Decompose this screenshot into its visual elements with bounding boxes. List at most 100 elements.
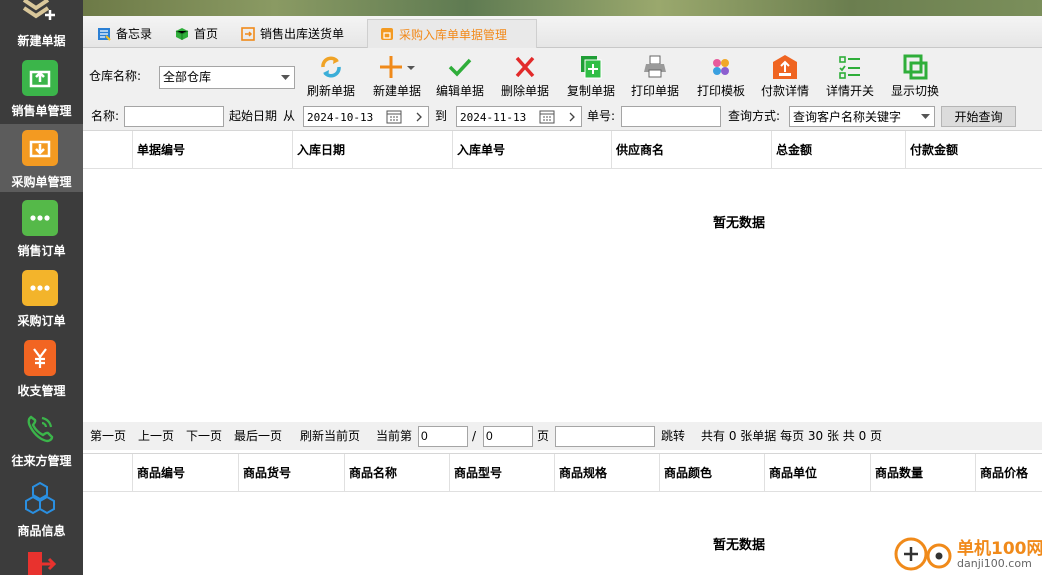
refresh-label: 刷新单据: [306, 84, 355, 98]
edit-doc-button[interactable]: 编辑单据: [434, 54, 486, 100]
column-header-inbound-no[interactable]: 入库单号: [452, 131, 611, 169]
column-header-item-name[interactable]: 商品名称: [344, 454, 449, 492]
sidebar-item-label: 销售订单: [17, 244, 66, 258]
last-page-link[interactable]: 最后一页: [234, 426, 282, 447]
memo-icon: [97, 27, 111, 41]
query-mode-select[interactable]: 查询客户名称关键字: [789, 106, 935, 127]
palette-icon: [695, 54, 747, 80]
tab-sales-outbound[interactable]: 销售出库送货单: [229, 19, 367, 48]
sidebar-item-new-doc[interactable]: 新建单据: [0, 0, 83, 50]
query-mode-value: 查询客户名称关键字: [793, 110, 902, 124]
sidebar-item-sales-orders[interactable]: 销售订单: [0, 196, 83, 266]
payment-details-button[interactable]: 付款详情: [759, 54, 811, 100]
pager-summary: 共有 0 张单据 每页 30 张 共 0 页: [701, 429, 883, 443]
plus-icon: [369, 54, 425, 80]
column-header-item-qty[interactable]: 商品数量: [870, 454, 975, 492]
tab-label: 采购入库单单据管理: [399, 27, 508, 42]
column-header-supplier[interactable]: 供应商名: [611, 131, 771, 169]
display-switch-icon: [889, 54, 941, 80]
first-page-link[interactable]: 第一页: [90, 426, 126, 447]
next-page-link[interactable]: 下一页: [186, 426, 222, 447]
column-header-item-unit[interactable]: 商品单位: [764, 454, 870, 492]
documents-grid: 单据编号 入库日期 入库单号 供应商名 总金额 付款金额 暂无数据: [83, 130, 1042, 422]
tab-memo[interactable]: 备忘录: [85, 19, 163, 48]
delete-doc-button[interactable]: 删除单据: [499, 54, 551, 100]
to-label: 到: [435, 109, 448, 123]
sidebar-item-label: 销售单管理: [11, 104, 72, 118]
delete-x-icon: [499, 54, 551, 80]
payment-icon: [759, 54, 811, 80]
purchase-doc-icon: [22, 130, 58, 166]
refresh-icon: [305, 54, 357, 80]
details-toggle-button[interactable]: 详情开关: [824, 54, 876, 100]
column-header-doc-id[interactable]: 单据编号: [132, 131, 292, 169]
display-switch-label: 显示切换: [890, 84, 939, 98]
tab-label: 首页: [194, 27, 219, 41]
sidebar-item-finance[interactable]: 收支管理: [0, 336, 83, 406]
doc-no-input[interactable]: [621, 106, 721, 127]
watermark-url: danji100.com: [957, 557, 1032, 570]
header-banner: [83, 0, 1042, 16]
calendar-icon: [386, 109, 402, 131]
print-doc-label: 打印单据: [630, 84, 679, 98]
column-header-item-id[interactable]: 商品编号: [132, 454, 238, 492]
sidebar-item-label: 采购单管理: [11, 175, 72, 189]
column-header-paid[interactable]: 付款金额: [905, 131, 1042, 169]
purchase-order-icon: [22, 270, 58, 306]
query-mode-label: 查询方式:: [728, 109, 781, 123]
start-date-picker[interactable]: 2024-10-13: [303, 106, 429, 127]
print-template-label: 打印模板: [696, 84, 745, 98]
column-header-inbound-date[interactable]: 入库日期: [292, 131, 452, 169]
cubes-icon: [22, 480, 58, 516]
column-header-item-spec[interactable]: 商品规格: [554, 454, 659, 492]
copy-doc-button[interactable]: 复制单据: [565, 54, 617, 100]
current-page-input[interactable]: [418, 426, 468, 447]
chevron-down-icon: [281, 67, 290, 95]
search-button[interactable]: 开始查询: [941, 106, 1016, 127]
refresh-button[interactable]: 刷新单据: [305, 54, 357, 100]
tab-home[interactable]: 首页: [163, 19, 229, 48]
name-input[interactable]: [124, 106, 224, 127]
sales-doc-icon: [22, 60, 58, 96]
refresh-page-link[interactable]: 刷新当前页: [300, 426, 360, 447]
sidebar-item-purchase-docs[interactable]: 采购单管理: [0, 124, 83, 192]
prev-page-link[interactable]: 上一页: [138, 426, 174, 447]
sidebar-item-exit[interactable]: [0, 546, 83, 575]
total-pages-input[interactable]: [483, 426, 533, 447]
toolbar: 仓库名称: 全部仓库 刷新单据 新建单据 编辑单据 删除单据 复制单据 打印单据…: [83, 48, 1042, 102]
jump-page-input[interactable]: [555, 426, 655, 447]
column-header-item-color[interactable]: 商品颜色: [659, 454, 764, 492]
column-header-item-price[interactable]: 商品价格: [975, 454, 1042, 492]
end-date-picker[interactable]: 2024-11-13: [456, 106, 582, 127]
new-doc-button[interactable]: 新建单据: [369, 54, 425, 100]
print-doc-button[interactable]: 打印单据: [629, 54, 681, 100]
current-page-label: 当前第: [376, 429, 413, 443]
name-label: 名称:: [91, 109, 120, 123]
jump-button[interactable]: 跳转: [661, 426, 685, 447]
print-template-button[interactable]: 打印模板: [695, 54, 747, 100]
sidebar-item-purchase-orders[interactable]: 采购订单: [0, 266, 83, 336]
exit-icon: [26, 552, 57, 575]
warehouse-label: 仓库名称:: [89, 69, 142, 83]
warehouse-select[interactable]: 全部仓库: [159, 66, 295, 89]
display-switch-button[interactable]: 显示切换: [889, 54, 941, 100]
empty-state-text: 暂无数据: [713, 216, 766, 231]
details-list-icon: [824, 54, 876, 80]
start-date-value: 2024-10-13: [307, 111, 374, 124]
new-doc-icon: [20, 0, 56, 30]
sidebar-item-products[interactable]: 商品信息: [0, 476, 83, 546]
tab-purchase-inbound[interactable]: 采购入库单单据管理: [367, 19, 537, 48]
sidebar-item-contacts[interactable]: 往来方管理: [0, 406, 83, 476]
calendar-icon: [539, 109, 555, 131]
column-header-item-sku[interactable]: 商品货号: [238, 454, 344, 492]
printer-icon: [629, 54, 681, 80]
outbound-icon: [241, 26, 255, 41]
empty-state-text: 暂无数据: [713, 538, 766, 553]
sidebar-item-sales-docs[interactable]: 销售单管理: [0, 56, 83, 126]
detail-grid-header: 商品编号 商品货号 商品名称 商品型号 商品规格 商品颜色 商品单位 商品数量 …: [83, 454, 1042, 492]
column-header-total[interactable]: 总金额: [771, 131, 905, 169]
column-header-item-model[interactable]: 商品型号: [449, 454, 554, 492]
watermark-name: 单机100网: [957, 539, 1042, 559]
documents-grid-header: 单据编号 入库日期 入库单号 供应商名 总金额 付款金额: [83, 131, 1042, 169]
tab-label: 销售出库送货单: [260, 27, 345, 41]
